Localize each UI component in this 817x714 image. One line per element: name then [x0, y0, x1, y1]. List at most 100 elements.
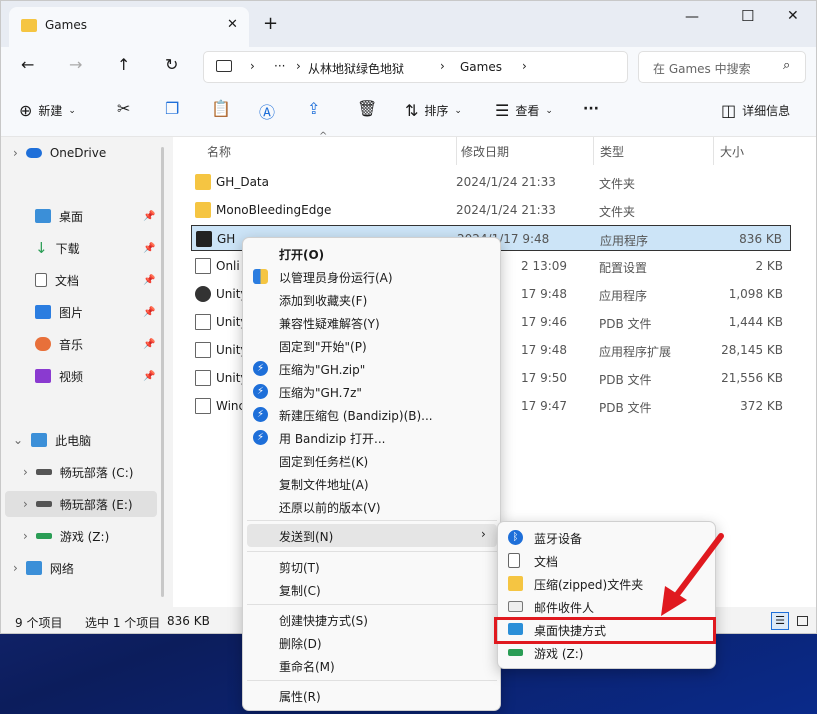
- forward-icon[interactable]: →: [69, 55, 82, 74]
- cloud-icon: [25, 148, 42, 158]
- nav-drive-e[interactable]: › 畅玩部落 (E:): [5, 491, 157, 517]
- tab-games[interactable]: Games ✕: [9, 7, 249, 47]
- column-type[interactable]: 类型: [593, 137, 624, 165]
- nav-this-pc[interactable]: ⌄ 此电脑: [13, 427, 91, 453]
- nav-documents[interactable]: 文档: [35, 267, 79, 293]
- send-to-drive-z[interactable]: 游戏 (Z:): [498, 641, 715, 664]
- up-icon[interactable]: ↑: [117, 55, 130, 74]
- menu-item-troubleshoot[interactable]: 兼容性疑难解答(Y): [243, 311, 500, 334]
- command-bar: ⊕ 新建 ⌄ ✂ ❐ 📋 Ⓐ ⇪ 🗑 ⇅ 排序 ⌄ ☰ 查看 ⌄ ··· ◫ 详细信息: [1, 87, 816, 137]
- nav-drive-c[interactable]: › 畅玩部落 (C:): [23, 459, 133, 485]
- view-button[interactable]: ☰ 查看 ⌄: [495, 101, 553, 120]
- menu-item-open-bandizip[interactable]: ⚡ 用 Bandizip 打开...: [243, 426, 500, 449]
- maximize-button[interactable]: ☐: [741, 7, 754, 25]
- search-icon[interactable]: ⌕: [783, 58, 790, 73]
- file-row[interactable]: MonoBleedingEdge 2024/1/24 21:33 文件夹: [191, 197, 791, 223]
- rename-icon[interactable]: Ⓐ: [259, 99, 275, 123]
- back-icon[interactable]: ←: [21, 55, 34, 74]
- file-type: PDB 文件: [599, 317, 652, 331]
- nav-network[interactable]: › 网络: [13, 555, 74, 581]
- menu-item-properties[interactable]: 属性(R): [243, 684, 500, 707]
- menu-item-copy-path[interactable]: 复制文件地址(A): [243, 472, 500, 495]
- submenu-label: 文档: [534, 555, 559, 569]
- column-date[interactable]: 修改日期: [456, 137, 509, 165]
- nav-drive-z[interactable]: › 游戏 (Z:): [23, 523, 109, 549]
- delete-icon[interactable]: 🗑: [357, 99, 377, 118]
- menu-label: 发送到(N): [279, 530, 334, 544]
- file-size: 1,098 KB: [728, 287, 783, 301]
- more-button[interactable]: ···: [583, 101, 599, 117]
- paste-icon[interactable]: 📋: [211, 99, 231, 118]
- column-name[interactable]: 名称: [207, 137, 231, 165]
- cut-icon[interactable]: ✂: [117, 99, 130, 118]
- menu-item-send-to[interactable]: 发送到(N) ›: [247, 524, 497, 547]
- menu-item-restore-versions[interactable]: 还原以前的版本(V): [243, 495, 500, 518]
- menu-item-zip[interactable]: ⚡ 压缩为"GH.zip": [243, 357, 500, 380]
- nav-pictures[interactable]: 图片: [35, 299, 83, 325]
- red-arrow-icon: [661, 533, 724, 616]
- address-field[interactable]: › ··· › 从林地狱绿色地狱 › Games ›: [203, 51, 628, 83]
- close-button[interactable]: ✕: [787, 8, 799, 24]
- nav-onedrive[interactable]: › OneDrive: [13, 140, 106, 166]
- pin-icon[interactable]: 📌: [143, 339, 155, 350]
- nav-label: 游戏 (Z:): [59, 529, 110, 544]
- menu-item-pin-taskbar[interactable]: 固定到任务栏(K): [243, 449, 500, 472]
- close-tab-icon[interactable]: ✕: [227, 17, 238, 32]
- sort-button[interactable]: ⇅ 排序 ⌄: [405, 101, 462, 120]
- nav-label: 桌面: [59, 209, 84, 224]
- menu-item-favorite[interactable]: 添加到收藏夹(F): [243, 288, 500, 311]
- pin-icon[interactable]: 📌: [143, 371, 155, 382]
- highlight-box: [494, 617, 716, 644]
- nav-videos[interactable]: 视频: [35, 363, 83, 389]
- menu-label: 固定到任务栏(K): [279, 455, 369, 469]
- file-size: 372 KB: [740, 399, 783, 413]
- folder-icon: [195, 174, 211, 190]
- tab-bar: Games ✕ + — ☐ ✕: [1, 1, 816, 47]
- copy-icon[interactable]: ❐: [165, 99, 179, 118]
- breadcrumb-item[interactable]: 从林地狱绿色地狱: [308, 60, 404, 77]
- menu-item-7z[interactable]: ⚡ 压缩为"GH.7z": [243, 380, 500, 403]
- tiles-view-icon[interactable]: [797, 616, 808, 626]
- nav-label: OneDrive: [49, 146, 107, 160]
- view-label: 查看: [515, 104, 540, 118]
- file-row[interactable]: GH_Data 2024/1/24 21:33 文件夹: [191, 169, 791, 195]
- menu-item-cut[interactable]: 剪切(T): [243, 555, 500, 578]
- menu-label: 复制文件地址(A): [279, 478, 369, 492]
- pin-icon[interactable]: 📌: [143, 211, 155, 222]
- chevron-right-icon: ›: [440, 59, 445, 73]
- submenu-label: 蓝牙设备: [534, 532, 583, 546]
- details-view-icon[interactable]: ☰: [771, 612, 789, 630]
- pin-icon[interactable]: 📌: [143, 243, 155, 254]
- menu-item-run-as-admin[interactable]: 以管理员身份运行(A): [243, 265, 500, 288]
- menu-item-delete[interactable]: 删除(D): [243, 631, 500, 654]
- chevron-right-icon: ›: [250, 59, 255, 73]
- menu-item-open[interactable]: 打开(O): [243, 242, 500, 265]
- computer-icon: [216, 60, 232, 72]
- new-button[interactable]: ⊕ 新建 ⌄: [19, 101, 76, 120]
- breadcrumb-more[interactable]: ···: [274, 59, 285, 73]
- menu-item-pin-start[interactable]: 固定到"开始"(P): [243, 334, 500, 357]
- menu-item-rename[interactable]: 重命名(M): [243, 654, 500, 677]
- share-icon[interactable]: ⇪: [307, 99, 320, 118]
- new-tab-button[interactable]: +: [263, 13, 278, 34]
- navigation-pane: › OneDrive 桌面 📌 ↓ 下载 📌 文档 📌 图片 📌 音乐 📌 视频 📌…: [1, 137, 166, 607]
- search-box[interactable]: 在 Games 中搜索 ⌕: [638, 51, 806, 83]
- nav-downloads[interactable]: ↓ 下载: [35, 235, 80, 261]
- chevron-right-icon: ›: [23, 529, 28, 543]
- chevron-down-icon: ⌄: [454, 105, 462, 116]
- nav-music[interactable]: 音乐: [35, 331, 83, 357]
- details-button[interactable]: ◫ 详细信息: [721, 101, 790, 120]
- breadcrumb-item[interactable]: Games: [460, 60, 502, 74]
- pin-icon[interactable]: 📌: [143, 307, 155, 318]
- nav-desktop[interactable]: 桌面: [35, 203, 83, 229]
- menu-item-copy[interactable]: 复制(C): [243, 578, 500, 601]
- menu-item-create-shortcut[interactable]: 创建快捷方式(S): [243, 608, 500, 631]
- refresh-icon[interactable]: ↻: [165, 55, 178, 74]
- pin-icon[interactable]: 📌: [143, 275, 155, 286]
- scrollbar[interactable]: [161, 147, 164, 597]
- column-size[interactable]: 大小: [713, 137, 744, 165]
- minimize-button[interactable]: —: [685, 9, 699, 25]
- item-count: 9 个项目: [15, 616, 63, 630]
- menu-item-new-archive[interactable]: ⚡ 新建压缩包 (Bandizip)(B)...: [243, 403, 500, 426]
- menu-label: 压缩为"GH.zip": [279, 363, 366, 377]
